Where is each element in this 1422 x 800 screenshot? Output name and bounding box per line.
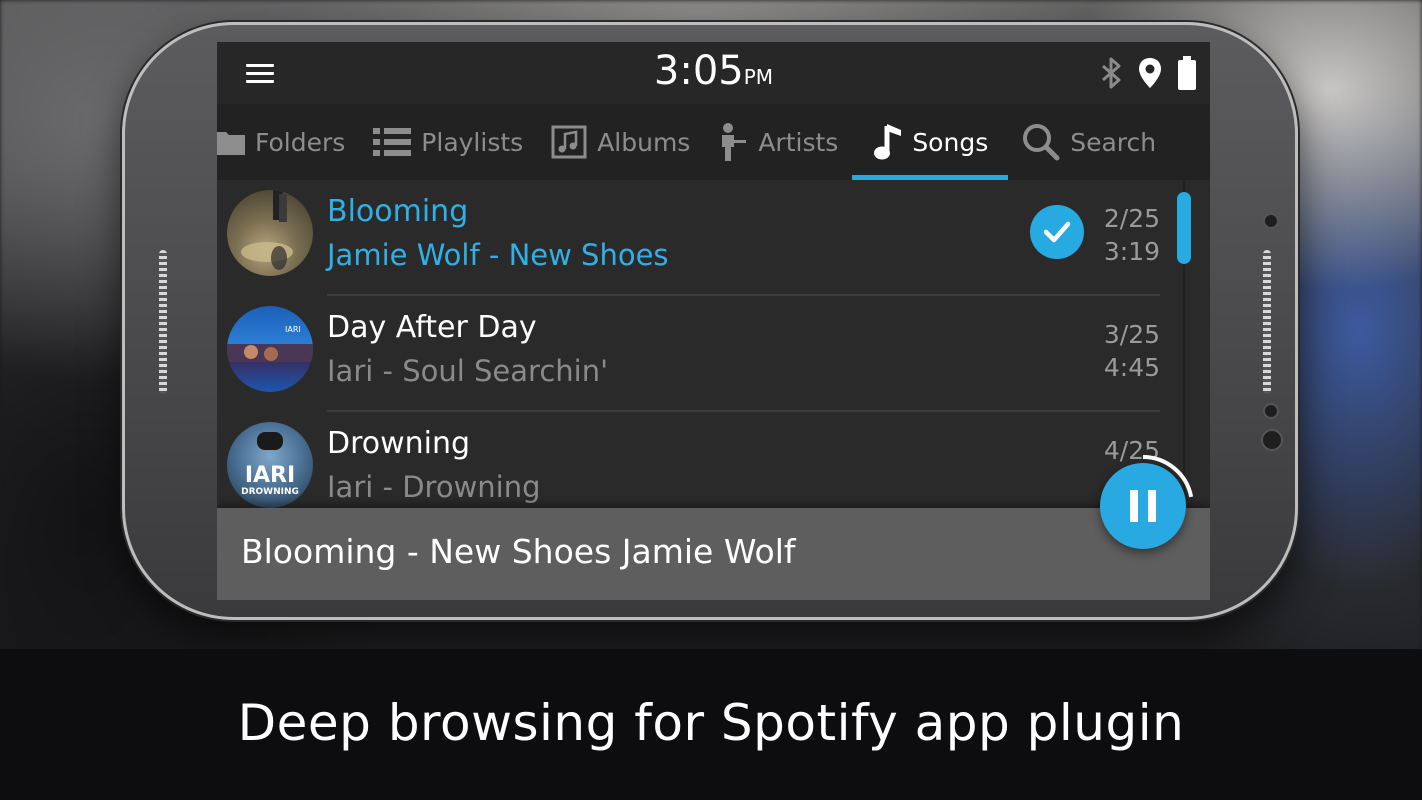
track-duration: 3:19 xyxy=(1103,237,1160,266)
phone-sensor xyxy=(1263,403,1279,419)
tab-artists[interactable]: Artists xyxy=(704,104,852,180)
status-bar: 3:05PM xyxy=(217,42,1210,104)
song-title: Drowning xyxy=(327,426,471,461)
now-playing-text: Blooming - New Shoes Jamie Wolf xyxy=(241,532,796,571)
cover-art: IARI xyxy=(227,325,313,362)
track-duration: 4:45 xyxy=(1103,353,1160,382)
tab-label: Albums xyxy=(597,127,691,157)
tab-bar: Folders Playlists Albums Artists Songs S… xyxy=(217,104,1210,180)
song-meta: 2/25 3:19 xyxy=(1104,202,1160,268)
cover-text: IARI xyxy=(285,325,301,334)
bluetooth-icon xyxy=(1102,57,1121,89)
cover-text: IARI xyxy=(245,463,295,488)
tab-folders[interactable]: Folders xyxy=(217,104,359,180)
right-speaker-grille xyxy=(1263,250,1271,394)
location-icon xyxy=(1139,58,1161,88)
tab-label: Artists xyxy=(758,127,839,157)
caption-text: Deep browsing for Spotify app plugin xyxy=(237,693,1185,752)
battery-icon xyxy=(1178,56,1196,90)
pause-button[interactable] xyxy=(1100,463,1186,549)
now-playing-bar[interactable]: Blooming - New Shoes Jamie Wolf xyxy=(217,508,1210,600)
caption-bar: Deep browsing for Spotify app plugin xyxy=(0,649,1422,800)
tab-albums[interactable]: Albums xyxy=(537,104,704,180)
track-position: 3/25 xyxy=(1103,320,1160,349)
artist-icon xyxy=(722,123,747,161)
tab-songs[interactable]: Songs xyxy=(852,104,1009,180)
clock: 3:05PM xyxy=(217,48,1210,94)
phone-sensor xyxy=(1263,213,1279,229)
song-subtitle: Jamie Wolf - New Shoes xyxy=(327,238,669,272)
clock-ampm: PM xyxy=(743,65,774,89)
phone-camera xyxy=(1261,429,1283,451)
search-icon xyxy=(1023,124,1060,161)
check-icon xyxy=(1030,205,1084,259)
cover-art: IARI DROWNING xyxy=(241,432,299,497)
track-position: 4/25 xyxy=(1103,436,1160,465)
song-title: Day After Day xyxy=(327,310,537,345)
clock-time: 3:05 xyxy=(653,48,744,94)
left-speaker-grille xyxy=(159,250,167,394)
tab-playlists[interactable]: Playlists xyxy=(359,104,537,180)
scrollbar-thumb[interactable] xyxy=(1177,192,1191,264)
tab-label: Songs xyxy=(912,127,989,157)
song-row[interactable]: IARI Day After Day Iari - Soul Searchin'… xyxy=(217,296,1210,412)
tab-search[interactable]: Search xyxy=(1008,104,1170,180)
album-cover: IARI xyxy=(227,306,313,392)
song-meta: 3/25 4:45 xyxy=(1104,318,1160,384)
song-row[interactable]: Blooming Jamie Wolf - New Shoes 2/25 3:1… xyxy=(217,180,1210,296)
list-icon xyxy=(373,128,412,156)
album-cover: IARI DROWNING xyxy=(227,422,313,508)
cover-art xyxy=(241,190,293,270)
song-title: Blooming xyxy=(327,194,469,229)
song-subtitle: Iari - Soul Searchin' xyxy=(327,354,609,388)
song-list[interactable]: Blooming Jamie Wolf - New Shoes 2/25 3:1… xyxy=(217,180,1210,508)
status-icons xyxy=(1100,56,1196,90)
pause-icon-bar xyxy=(1148,490,1156,522)
folder-icon xyxy=(217,132,245,155)
song-meta: 4/25 xyxy=(1104,434,1160,467)
tab-label: Folders xyxy=(255,127,346,157)
music-note-icon xyxy=(874,124,902,160)
tab-label: Search xyxy=(1070,127,1157,157)
cover-text: DROWNING xyxy=(241,487,299,497)
tab-label: Playlists xyxy=(421,127,524,157)
track-position: 2/25 xyxy=(1103,204,1160,233)
song-subtitle: Iari - Drowning xyxy=(327,470,541,504)
album-cover xyxy=(227,190,313,276)
pause-icon xyxy=(1130,490,1138,522)
app-screen: 3:05PM Folders Playlists Albums Artists … xyxy=(217,42,1210,600)
album-icon xyxy=(551,125,587,159)
